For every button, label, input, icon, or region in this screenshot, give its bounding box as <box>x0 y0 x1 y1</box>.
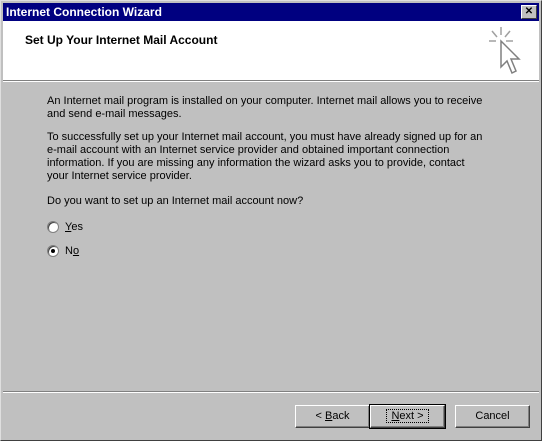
header-divider <box>3 80 539 82</box>
radio-yes[interactable]: Yes <box>47 219 83 235</box>
window-title: Internet Connection Wizard <box>6 5 162 19</box>
wizard-window: Internet Connection Wizard ✕ Set Up Your… <box>0 0 542 441</box>
footer-divider <box>3 391 539 393</box>
intro-paragraph: An Internet mail program is installed on… <box>47 95 483 120</box>
radio-yes-label: Yes <box>65 221 83 233</box>
radio-yes-button[interactable] <box>47 221 59 233</box>
next-button[interactable]: Next > <box>369 404 446 429</box>
wizard-header: Set Up Your Internet Mail Account <box>3 21 539 80</box>
page-title: Set Up Your Internet Mail Account <box>25 33 218 47</box>
title-bar[interactable]: Internet Connection Wizard ✕ <box>3 3 539 21</box>
radio-no[interactable]: No <box>47 243 79 259</box>
requirements-paragraph: To successfully set up your Internet mai… <box>47 131 483 182</box>
cancel-button[interactable]: Cancel <box>455 405 530 428</box>
close-button[interactable]: ✕ <box>521 5 537 19</box>
question-text: Do you want to set up an Internet mail a… <box>47 195 304 207</box>
wizard-cursor-icon <box>489 27 521 75</box>
radio-no-label: No <box>65 245 80 257</box>
radio-no-button[interactable] <box>47 245 59 257</box>
back-button[interactable]: < Back <box>295 405 370 428</box>
